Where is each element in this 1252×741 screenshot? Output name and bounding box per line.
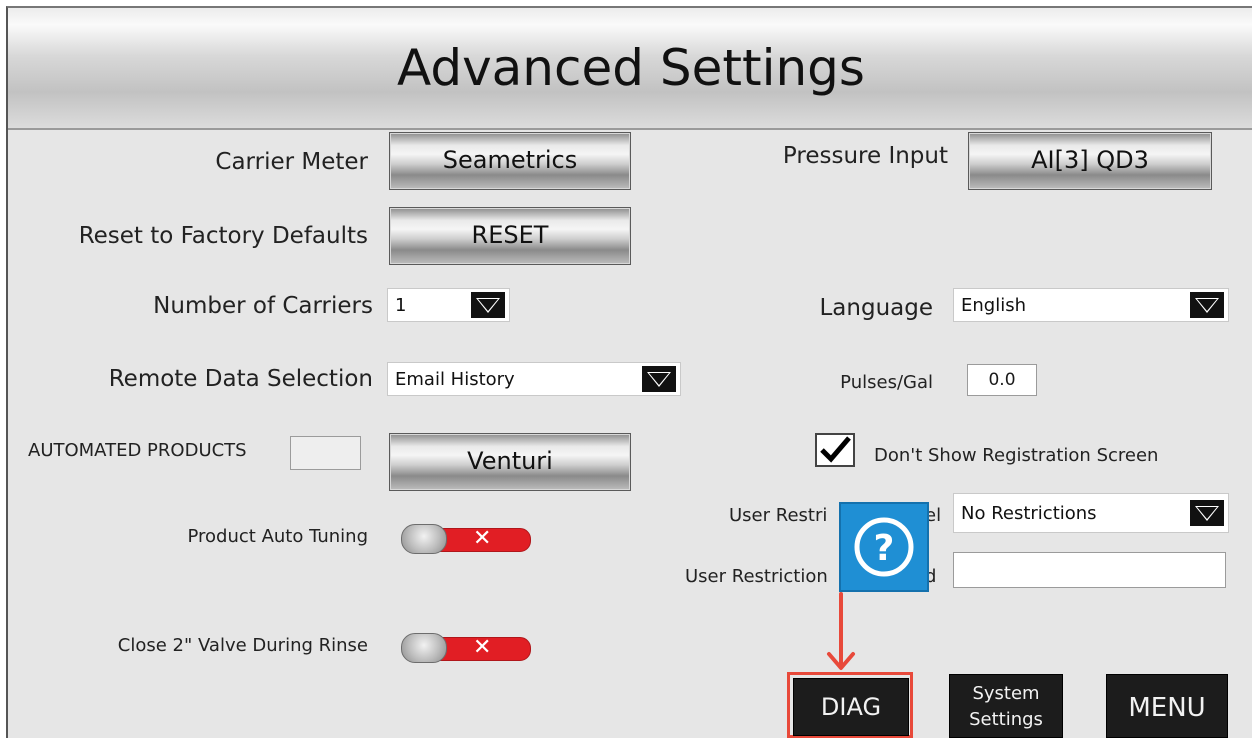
system-settings-line1: System <box>972 683 1040 704</box>
toggle-knob <box>401 633 447 663</box>
restriction-level-label: User Restri <box>729 505 828 526</box>
num-carriers-dropdown[interactable]: 1 <box>387 288 510 322</box>
toggle-knob <box>401 524 447 554</box>
auto-tuning-label: Product Auto Tuning <box>187 526 369 547</box>
pulses-label: Pulses/Gal <box>840 372 933 393</box>
toggle-off-x-icon: ✕ <box>473 526 492 551</box>
automated-products-field[interactable] <box>290 436 361 470</box>
registration-label: Don't Show Registration Screen <box>874 445 1159 466</box>
restriction-level-dropdown[interactable]: No Restrictions <box>953 493 1229 533</box>
restriction-password-label: User Restriction <box>685 566 828 587</box>
automated-products-label: AUTOMATED PRODUCTS <box>28 440 247 461</box>
checkmark-icon <box>820 436 851 463</box>
diag-button[interactable]: DIAG <box>793 678 909 736</box>
venturi-button[interactable]: Venturi <box>389 433 631 491</box>
reset-button[interactable]: RESET <box>389 207 631 265</box>
app-window: Advanced Settings Carrier Meter Seametri… <box>6 6 1252 738</box>
close-valve-toggle[interactable]: ✕ <box>401 633 531 663</box>
carrier-meter-button[interactable]: Seametrics <box>389 132 631 190</box>
toggle-off-x-icon: ✕ <box>473 635 492 660</box>
remote-data-label: Remote Data Selection <box>108 366 373 392</box>
page-title: Advanced Settings <box>397 39 865 97</box>
dropdown-arrow-icon <box>1190 292 1224 318</box>
registration-checkbox[interactable] <box>815 433 855 467</box>
pulses-input[interactable]: 0.0 <box>967 364 1037 396</box>
close-valve-label: Close 2" Valve During Rinse <box>117 635 368 656</box>
restriction-level-value: No Restrictions <box>961 503 1097 524</box>
carrier-meter-label: Carrier Meter <box>215 149 368 175</box>
annotation-arrow-icon <box>827 592 855 670</box>
system-settings-line2: Settings <box>969 709 1043 730</box>
dropdown-arrow-icon <box>642 366 676 392</box>
language-label: Language <box>819 295 933 321</box>
dropdown-arrow-icon <box>471 292 505 318</box>
menu-button[interactable]: MENU <box>1106 674 1228 738</box>
reset-defaults-label: Reset to Factory Defaults <box>78 223 368 249</box>
language-dropdown[interactable]: English <box>953 288 1229 322</box>
restriction-password-input[interactable] <box>953 552 1226 588</box>
question-circle-icon: ? <box>854 517 914 577</box>
language-value: English <box>961 295 1026 316</box>
pressure-input-button[interactable]: AI[3] QD3 <box>968 132 1212 190</box>
dropdown-arrow-icon <box>1190 500 1224 526</box>
svg-text:?: ? <box>874 528 895 569</box>
pressure-input-label: Pressure Input <box>782 143 948 169</box>
num-carriers-value: 1 <box>395 295 407 316</box>
system-settings-button[interactable]: System Settings <box>949 674 1063 738</box>
auto-tuning-toggle[interactable]: ✕ <box>401 524 531 554</box>
help-button[interactable]: ? <box>839 502 929 592</box>
remote-data-value: Email History <box>395 369 515 390</box>
num-carriers-label: Number of Carriers <box>153 293 373 319</box>
title-bar: Advanced Settings <box>8 8 1252 130</box>
remote-data-dropdown[interactable]: Email History <box>387 362 681 396</box>
